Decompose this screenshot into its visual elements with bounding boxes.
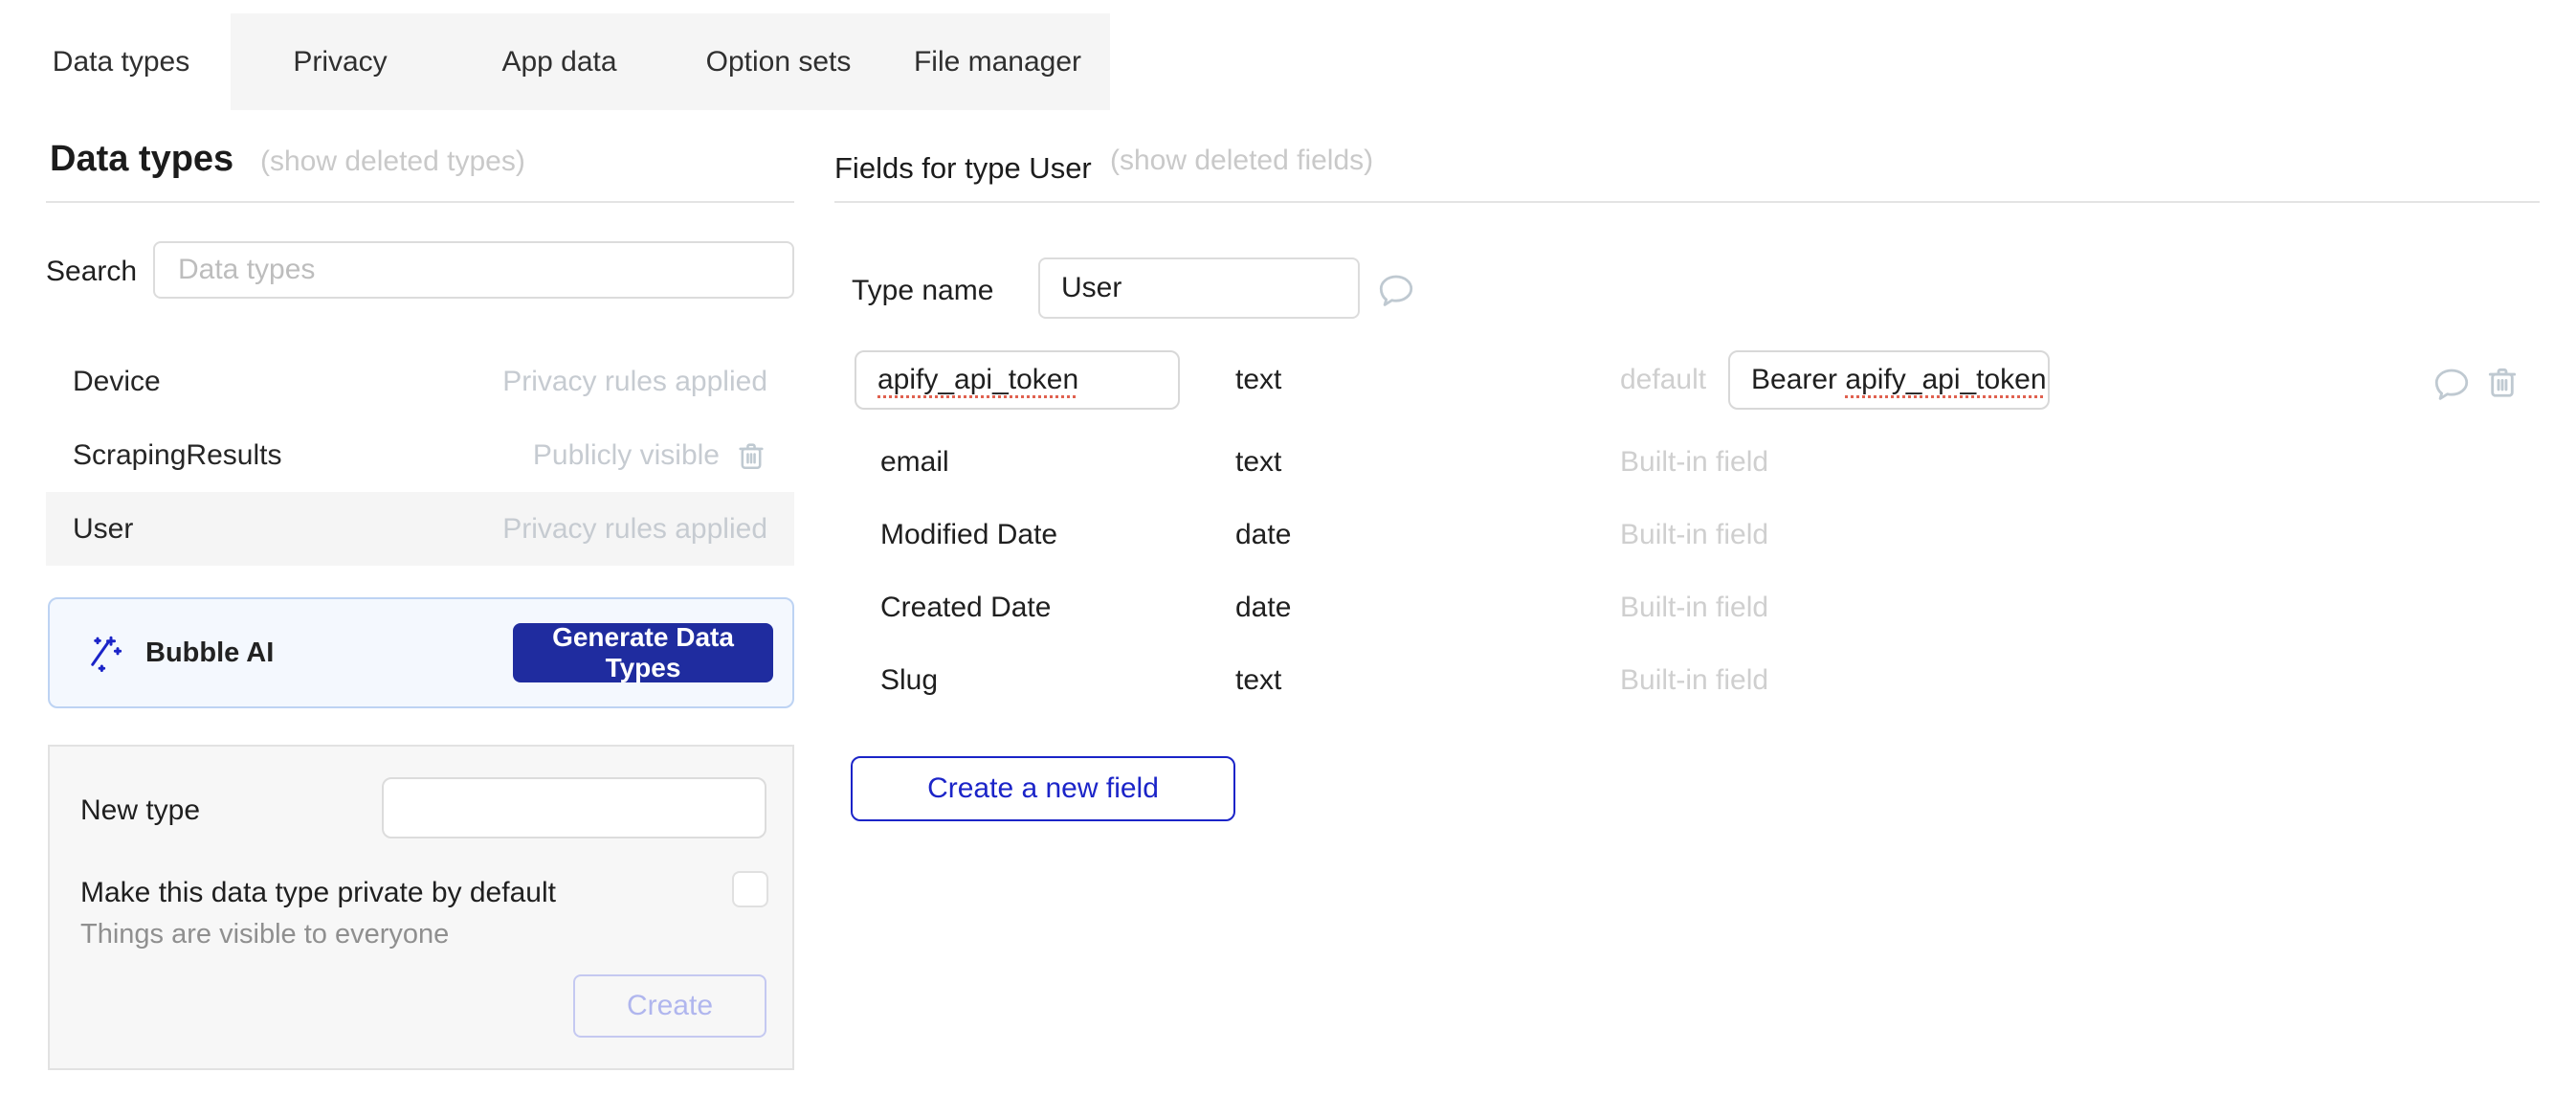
new-type-input[interactable] bbox=[382, 777, 766, 838]
tab-app-data[interactable]: App data bbox=[450, 13, 669, 110]
type-row-device[interactable]: Device Privacy rules applied bbox=[46, 345, 794, 418]
type-name-label: Type name bbox=[852, 275, 993, 307]
field-name[interactable]: Slug bbox=[880, 664, 938, 697]
comment-bubble-icon[interactable] bbox=[2431, 364, 2473, 404]
bubble-ai-label: Bubble AI bbox=[145, 637, 274, 669]
field-type: text bbox=[1235, 446, 1281, 479]
field-default-input[interactable]: Bearer apify_api_token bbox=[1728, 350, 2050, 410]
built-in-field-note: Built-in field bbox=[1620, 446, 1768, 479]
built-in-field-note: Built-in field bbox=[1620, 519, 1768, 551]
default-label: default bbox=[1620, 364, 1706, 396]
create-new-field-button[interactable]: Create a new field bbox=[851, 756, 1235, 821]
private-by-default-checkbox[interactable] bbox=[732, 871, 768, 907]
field-type: text bbox=[1235, 364, 1281, 396]
type-name: ScrapingResults bbox=[73, 439, 281, 472]
data-type-list: Device Privacy rules applied ScrapingRes… bbox=[46, 345, 794, 566]
tab-file-manager[interactable]: File manager bbox=[888, 13, 1107, 110]
magic-wand-icon bbox=[84, 633, 124, 673]
show-deleted-types-link[interactable]: (show deleted types) bbox=[260, 145, 525, 178]
right-divider bbox=[834, 201, 2540, 203]
data-tab-bar: Data types Privacy App data Option sets … bbox=[11, 13, 1110, 110]
tab-privacy[interactable]: Privacy bbox=[231, 13, 450, 110]
type-name: Device bbox=[73, 366, 161, 398]
tab-data-types[interactable]: Data types bbox=[11, 13, 231, 110]
type-row-user[interactable]: User Privacy rules applied bbox=[46, 492, 794, 566]
type-name: User bbox=[73, 513, 133, 546]
trash-icon[interactable] bbox=[2484, 363, 2520, 401]
default-value-prefix: Bearer bbox=[1751, 364, 1845, 396]
type-status: Publicly visible bbox=[533, 439, 720, 472]
visibility-hint: Things are visible to everyone bbox=[80, 919, 449, 950]
private-by-default-label: Make this data type private by default bbox=[80, 877, 556, 909]
tab-option-sets[interactable]: Option sets bbox=[669, 13, 888, 110]
show-deleted-fields-link[interactable]: (show deleted fields) bbox=[1110, 145, 1373, 177]
generate-data-types-button[interactable]: Generate Data Types bbox=[513, 623, 773, 682]
search-input[interactable] bbox=[153, 241, 794, 299]
built-in-field-note: Built-in field bbox=[1620, 664, 1768, 697]
field-name[interactable]: Modified Date bbox=[880, 519, 1057, 551]
field-name-value: apify_api_token bbox=[877, 364, 1078, 396]
field-type: date bbox=[1235, 519, 1291, 551]
field-type: text bbox=[1235, 664, 1281, 697]
type-row-scrapingresults[interactable]: ScrapingResults Publicly visible bbox=[46, 418, 794, 492]
type-status: Privacy rules applied bbox=[502, 366, 767, 398]
type-status: Privacy rules applied bbox=[502, 513, 767, 546]
bubble-ai-box: Bubble AI Generate Data Types bbox=[48, 597, 794, 708]
fields-heading: Fields for type User bbox=[834, 151, 1092, 186]
trash-icon[interactable] bbox=[735, 438, 767, 473]
comment-bubble-icon[interactable] bbox=[1375, 270, 1417, 310]
default-value-token: apify_api_token bbox=[1845, 364, 2046, 396]
create-type-button[interactable]: Create bbox=[573, 974, 766, 1038]
data-types-heading: Data types bbox=[50, 139, 233, 180]
type-name-input[interactable] bbox=[1038, 257, 1360, 319]
field-name-input[interactable]: apify_api_token bbox=[855, 350, 1180, 410]
left-divider bbox=[46, 201, 794, 203]
field-type: date bbox=[1235, 592, 1291, 624]
field-name[interactable]: Created Date bbox=[880, 592, 1051, 624]
new-type-label: New type bbox=[80, 794, 200, 827]
built-in-field-note: Built-in field bbox=[1620, 592, 1768, 624]
search-label: Search bbox=[46, 256, 137, 288]
field-name[interactable]: email bbox=[880, 446, 949, 479]
new-type-box: New type Make this data type private by … bbox=[48, 745, 794, 1070]
